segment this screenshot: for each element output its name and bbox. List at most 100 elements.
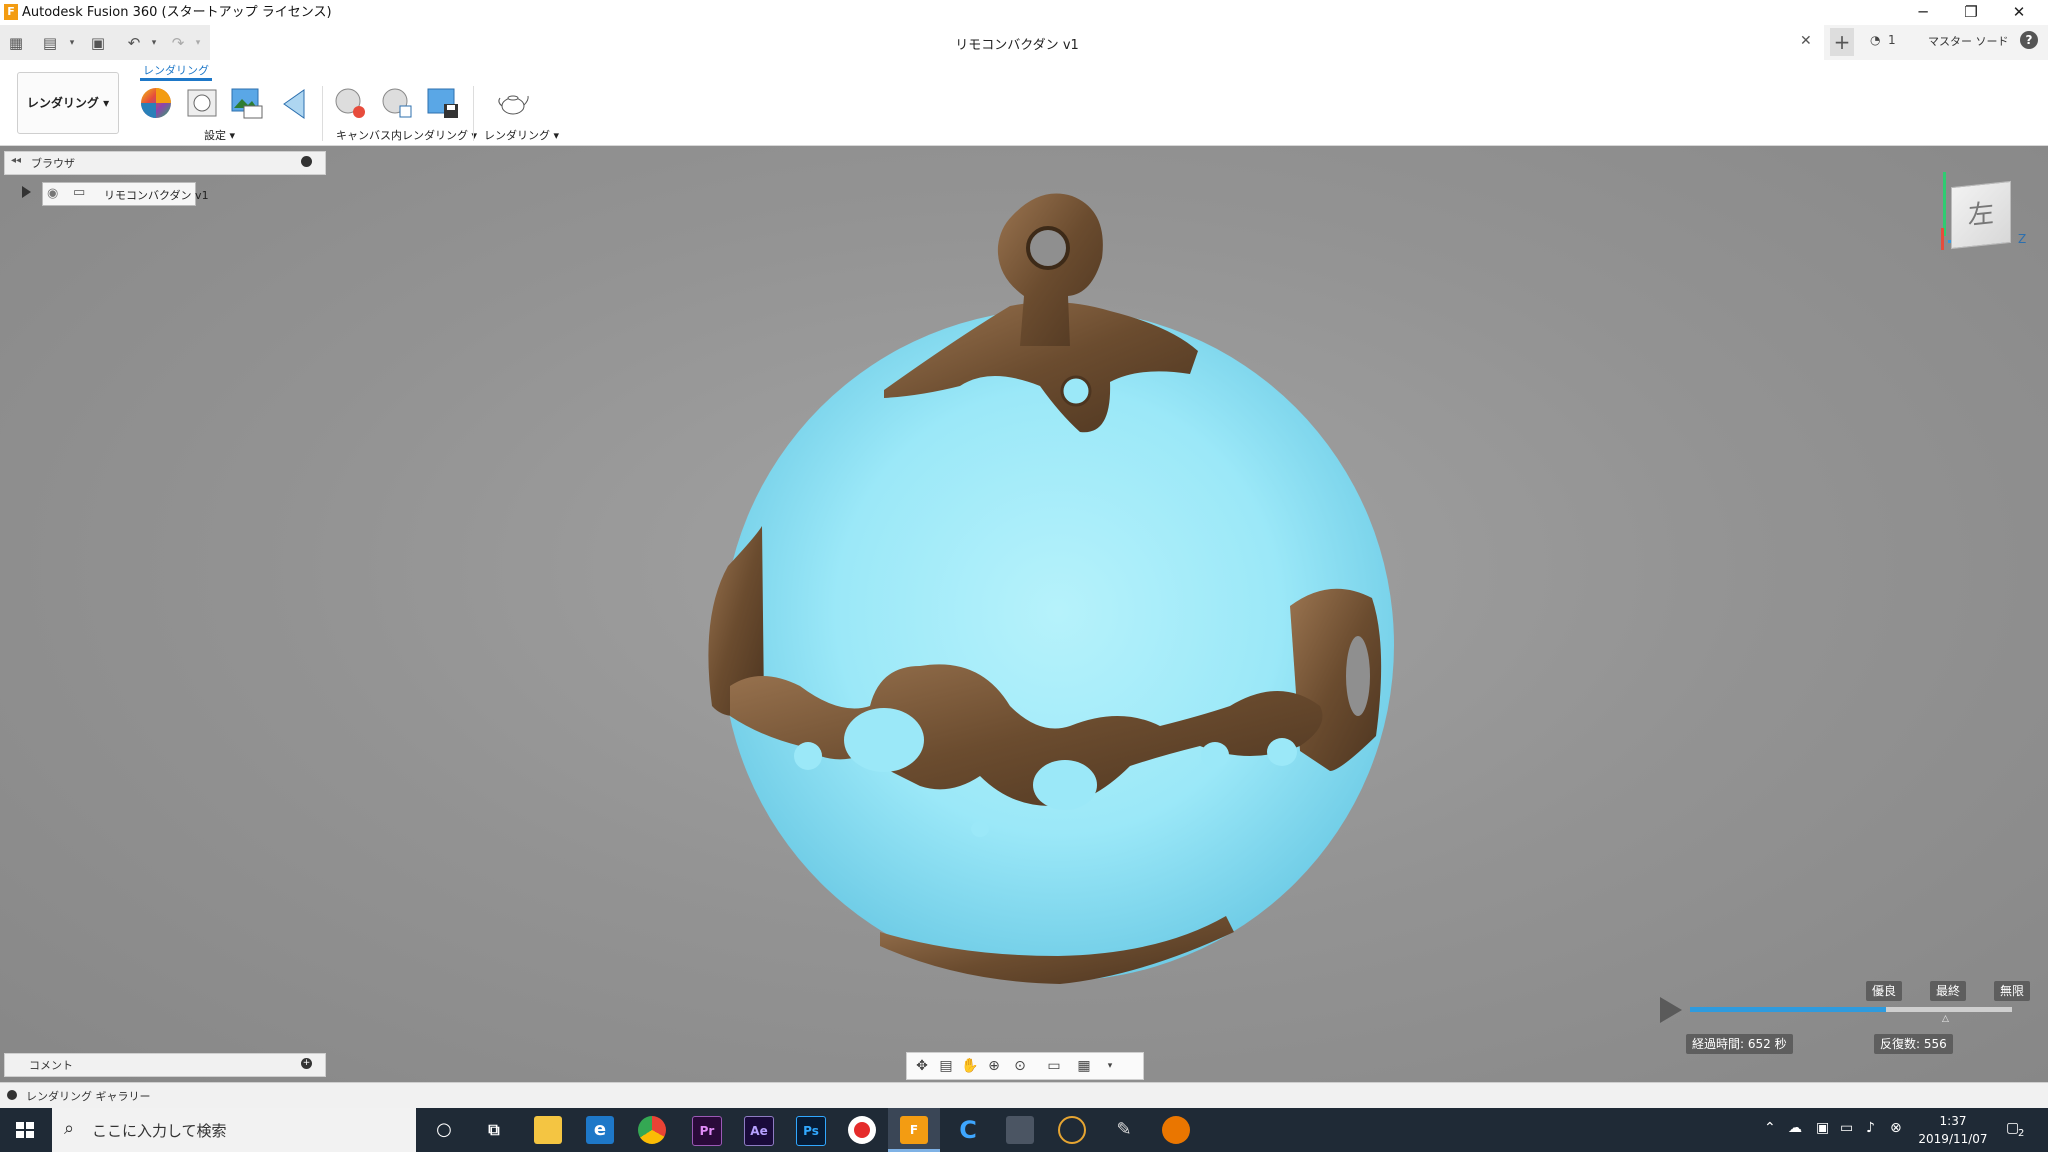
fit-view-icon[interactable]: ⊙ [1009, 1056, 1031, 1076]
navigation-toolbar: ✥ ▤ ✋ ⊕ ⊙ ▭ ▦ ▾ [906, 1052, 1144, 1080]
browser-item-label: リモコンバクダン v1 [104, 189, 209, 202]
quality-excellent-button[interactable]: 優良 [1866, 981, 1903, 1001]
browser-tree-item[interactable]: ◉ ▭ リモコンバクダン v1 [42, 182, 209, 206]
media-app-icon[interactable] [1058, 1116, 1086, 1144]
workspace-switcher[interactable]: レンダリング ▾ [17, 72, 119, 134]
render-teapot-icon[interactable] [496, 86, 530, 120]
clock-date[interactable]: 2019/11/07 [1918, 1130, 1988, 1148]
decal-icon[interactable] [278, 86, 312, 120]
windows-taskbar: ⌕ ここに入力して検索 ○ ⧉ e Pr Ae Ps F C ✎ ⌃ ☁ ▣ ▭… [0, 1108, 2048, 1152]
progress-marker-icon[interactable]: △ [1942, 1014, 1949, 1024]
edge-browser-icon[interactable]: e [586, 1116, 614, 1144]
zoom-icon[interactable]: ⊕ [983, 1056, 1005, 1076]
redo-chevron-icon[interactable]: ▾ [188, 33, 208, 53]
scene-settings-icon[interactable] [185, 86, 219, 120]
rendered-bomb-model [708, 193, 1394, 984]
user-account[interactable]: マスター ソード [1928, 33, 2009, 49]
save-icon[interactable]: ▣ [88, 33, 108, 53]
job-count: 1 [1888, 33, 1896, 47]
redo-icon[interactable]: ↷ [168, 33, 188, 53]
look-at-icon[interactable]: ▤ [935, 1056, 957, 1076]
render-progress-fill [1690, 1007, 1887, 1012]
c-app-icon[interactable]: C [954, 1116, 982, 1144]
recorder-icon[interactable] [848, 1116, 876, 1144]
undo-chevron-icon[interactable]: ▾ [144, 33, 164, 53]
viewport-canvas[interactable] [0, 146, 2048, 1082]
elapsed-time-label: 経過時間: 652 秒 [1686, 1034, 1793, 1054]
taskbar-search-box[interactable]: ⌕ ここに入力して検索 [52, 1108, 416, 1152]
quick-access-toolbar: ▦ ▤ ▾ ▣ ↶ ▾ ↷ ▾ [0, 25, 211, 60]
tray-app-icon[interactable]: ▣ [1816, 1120, 1829, 1136]
grid-settings-icon[interactable]: ▦ [1073, 1056, 1095, 1076]
play-render-button[interactable] [1660, 997, 1682, 1023]
ribbon-separator [473, 86, 474, 141]
close-tab-button[interactable]: ✕ [1800, 33, 1812, 49]
comments-panel-header[interactable]: コメント + [4, 1053, 326, 1077]
clock-time[interactable]: 1:37 [1918, 1112, 1988, 1130]
render-group-label[interactable]: レンダリング ▾ [484, 127, 559, 143]
ime-icon[interactable]: ⊗ [1890, 1120, 1902, 1136]
blender-icon[interactable] [1162, 1116, 1190, 1144]
chrome-icon[interactable] [638, 1116, 666, 1144]
panel-options-icon[interactable] [301, 156, 312, 167]
axis-x-line [1941, 228, 1944, 250]
axis-z-label: Z [2018, 232, 2027, 246]
expand-tree-icon[interactable] [22, 186, 31, 198]
quality-final-button[interactable]: 最終 [1930, 981, 1967, 1001]
after-effects-icon[interactable]: Ae [744, 1116, 774, 1146]
fusion-logo-icon: F [4, 4, 18, 20]
notification-count: 2 [2018, 1128, 2025, 1139]
visibility-eye-icon[interactable]: ◉ [47, 186, 58, 201]
grid-settings-chevron-icon[interactable]: ▾ [1099, 1056, 1121, 1076]
appearance-icon[interactable] [139, 86, 173, 120]
app-grid-icon[interactable]: ▦ [6, 33, 26, 53]
start-button[interactable] [0, 1108, 50, 1152]
window-title: Autodesk Fusion 360 (スタートアップ ライセンス) [22, 5, 332, 20]
in-canvas-render-settings-icon[interactable] [380, 86, 414, 120]
restore-button[interactable]: ❐ [1948, 0, 1994, 25]
new-tab-button[interactable]: + [1830, 28, 1854, 56]
paint-app-icon[interactable]: ✎ [1110, 1116, 1138, 1144]
gallery-expand-icon[interactable] [7, 1090, 17, 1100]
ribbon-separator [322, 86, 323, 141]
onedrive-icon[interactable]: ☁ [1788, 1120, 1802, 1136]
file-explorer-icon[interactable] [534, 1116, 562, 1144]
add-comment-icon[interactable]: + [301, 1058, 312, 1069]
search-placeholder: ここに入力して検索 [92, 1122, 227, 1140]
volume-icon[interactable]: ♪ [1866, 1120, 1875, 1136]
title-bar: F Autodesk Fusion 360 (スタートアップ ライセンス) ─ … [0, 0, 2048, 26]
in-canvas-render-icon[interactable] [333, 86, 367, 120]
orbit-icon[interactable]: ✥ [911, 1056, 933, 1076]
pan-hand-icon[interactable]: ✋ [959, 1056, 981, 1076]
tray-expand-icon[interactable]: ⌃ [1764, 1120, 1776, 1136]
file-menu-chevron-icon[interactable]: ▾ [62, 33, 82, 53]
document-tab-title: リモコンバクダン v1 [955, 38, 1079, 53]
file-menu-icon[interactable]: ▤ [40, 33, 60, 53]
viewcube[interactable]: 左 [1951, 180, 2011, 250]
setup-group-label[interactable]: 設定 ▾ [204, 127, 235, 143]
render-progress-bar[interactable] [1690, 1007, 2012, 1012]
render-gallery-bar[interactable]: レンダリング ギャラリー [0, 1082, 2048, 1109]
close-window-button[interactable]: ✕ [1996, 0, 2042, 25]
ribbon-tab-rendering[interactable]: レンダリング [140, 62, 212, 78]
document-tab[interactable]: リモコンバクダン v1 ✕ [210, 25, 1824, 61]
photoshop-icon[interactable]: Ps [796, 1116, 826, 1146]
display-settings-icon[interactable]: ▭ [1043, 1056, 1065, 1076]
cortana-icon[interactable]: ○ [430, 1116, 458, 1144]
collapse-panel-icon[interactable]: ◂◂ [11, 155, 21, 166]
ribbon-tab-underline [140, 78, 212, 81]
texture-map-icon[interactable] [230, 86, 264, 120]
fusion-taskbar-icon[interactable]: F [900, 1116, 928, 1144]
minimize-button[interactable]: ─ [1900, 0, 1946, 25]
quality-unlimited-button[interactable]: 無限 [1994, 981, 2031, 1001]
game-app-icon[interactable] [1006, 1116, 1034, 1144]
canvas-render-group-label[interactable]: キャンバス内レンダリング ▾ [336, 127, 477, 143]
job-status-icon[interactable]: ◔ [1870, 33, 1880, 47]
premiere-icon[interactable]: Pr [692, 1116, 722, 1146]
help-button[interactable]: ? [2020, 31, 2038, 49]
undo-icon[interactable]: ↶ [124, 33, 144, 53]
network-icon[interactable]: ▭ [1840, 1120, 1853, 1136]
capture-image-icon[interactable] [426, 86, 460, 120]
browser-panel-header[interactable]: ◂◂ ブラウザ [4, 151, 326, 175]
task-view-icon[interactable]: ⧉ [480, 1116, 508, 1144]
